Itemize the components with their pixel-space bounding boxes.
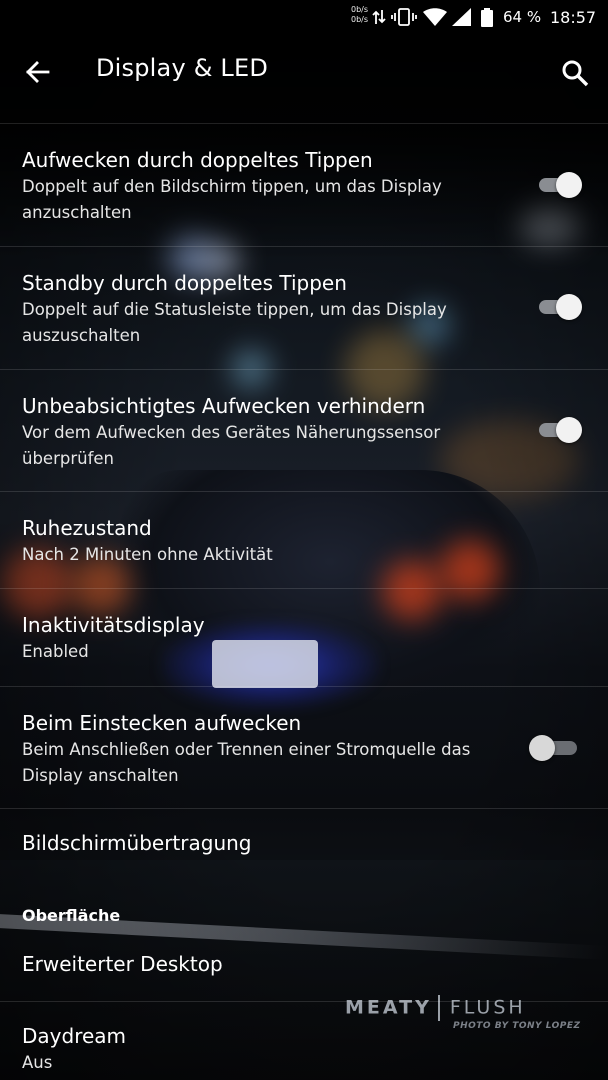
- setting-subtitle-line: Display anschalten: [22, 766, 179, 785]
- battery-icon: [481, 8, 493, 27]
- setting-subtitle: Enabled: [22, 642, 89, 661]
- vibrate-icon: [391, 8, 417, 26]
- setting-subtitle: Doppelt auf den Bildschirm tippen, um da…: [22, 174, 502, 226]
- setting-subtitle: Aus: [22, 1053, 53, 1072]
- setting-prevent-accidental-wake[interactable]: Unbeabsichtigtes Aufwecken verhindern Vo…: [0, 370, 608, 492]
- data-arrows-icon: [372, 10, 386, 24]
- setting-subtitle-line: anzuschalten: [22, 203, 132, 222]
- wifi-icon: [423, 8, 447, 26]
- setting-title: Ruhezustand: [22, 516, 152, 540]
- setting-title: Aufwecken durch doppeltes Tippen: [22, 148, 373, 172]
- setting-expanded-desktop[interactable]: Erweiterter Desktop: [0, 931, 608, 1001]
- setting-subtitle-line: überprüfen: [22, 449, 114, 468]
- setting-subtitle-line: auszuschalten: [22, 326, 141, 345]
- setting-title: Bildschirmübertragung: [22, 831, 252, 855]
- setting-title: Unbeabsichtigtes Aufwecken verhindern: [22, 394, 426, 418]
- double-tap-standby-toggle[interactable]: [537, 292, 583, 322]
- search-icon[interactable]: [558, 56, 592, 90]
- app-bar: Display & LED: [0, 34, 608, 124]
- double-tap-wake-toggle[interactable]: [537, 170, 583, 200]
- setting-title: Erweiterter Desktop: [22, 952, 223, 976]
- setting-daydream[interactable]: Daydream Aus: [0, 1002, 608, 1080]
- setting-title: Inaktivitätsdisplay: [22, 613, 205, 637]
- setting-subtitle-line: Doppelt auf den Bildschirm tippen, um da…: [22, 177, 442, 196]
- setting-subtitle: Nach 2 Minuten ohne Aktivität: [22, 545, 273, 564]
- setting-subtitle: Vor dem Aufwecken des Gerätes Näherungss…: [22, 420, 502, 472]
- toggle-thumb: [556, 417, 582, 443]
- setting-subtitle-line: Vor dem Aufwecken des Gerätes Näherungss…: [22, 423, 441, 442]
- setting-cast-screen[interactable]: Bildschirmübertragung: [0, 809, 608, 885]
- section-header: Oberfläche: [22, 906, 121, 925]
- setting-subtitle-line: Doppelt auf die Statusleiste tippen, um …: [22, 300, 447, 319]
- toggle-thumb: [556, 172, 582, 198]
- setting-wake-on-plug[interactable]: Beim Einstecken aufwecken Beim Anschließ…: [0, 687, 608, 809]
- net-up-speed: 0b/s: [351, 5, 369, 14]
- net-down-speed: 0b/s: [351, 15, 369, 24]
- toggle-thumb: [529, 735, 555, 761]
- cell-signal-icon: [452, 8, 471, 26]
- status-bar: 0b/s 0b/s 64 % 18:57: [0, 0, 608, 34]
- setting-double-tap-standby[interactable]: Standby durch doppeltes Tippen Doppelt a…: [0, 247, 608, 369]
- page-title: Display & LED: [96, 54, 269, 82]
- network-speed: 0b/s 0b/s: [351, 5, 368, 25]
- clock: 18:57: [550, 8, 597, 27]
- toggle-thumb: [556, 294, 582, 320]
- setting-ambient-display[interactable]: Inaktivitätsdisplay Enabled: [0, 589, 608, 685]
- setting-subtitle-line: Beim Anschließen oder Trennen einer Stro…: [22, 740, 471, 759]
- setting-subtitle: Beim Anschließen oder Trennen einer Stro…: [22, 737, 502, 789]
- arrow-back-icon[interactable]: [20, 54, 56, 90]
- setting-sleep[interactable]: Ruhezustand Nach 2 Minuten ohne Aktivitä…: [0, 492, 608, 588]
- prevent-accidental-wake-toggle[interactable]: [537, 415, 583, 445]
- setting-title: Standby durch doppeltes Tippen: [22, 271, 347, 295]
- setting-title: Daydream: [22, 1024, 127, 1048]
- battery-percent: 64 %: [503, 8, 542, 26]
- wake-on-plug-toggle[interactable]: [529, 733, 583, 763]
- setting-double-tap-wake[interactable]: Aufwecken durch doppeltes Tippen Doppelt…: [0, 124, 608, 246]
- setting-subtitle: Doppelt auf die Statusleiste tippen, um …: [22, 297, 502, 349]
- setting-title: Beim Einstecken aufwecken: [22, 711, 302, 735]
